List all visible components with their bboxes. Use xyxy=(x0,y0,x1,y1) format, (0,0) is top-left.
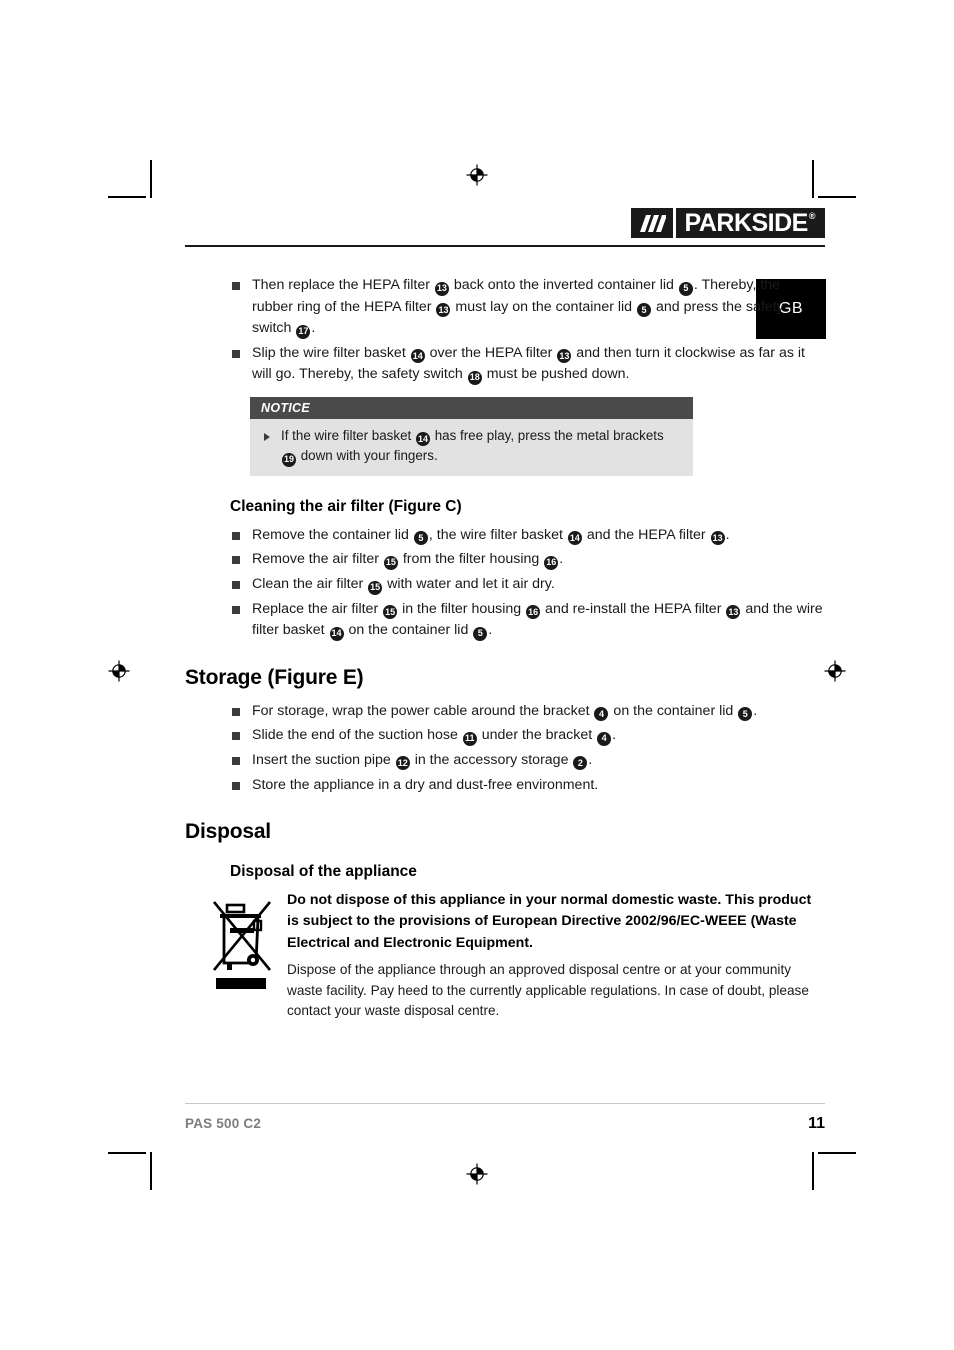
list-item: Replace the air filter 15 in the filter … xyxy=(230,599,825,642)
list-item: Clean the air filter 15 with water and l… xyxy=(230,574,825,596)
crop-mark-bottom-right-vertical xyxy=(812,1152,814,1190)
reference-number-badge: 11 xyxy=(462,731,477,746)
top-bullet-list: Then replace the HEPA filter 13 back ont… xyxy=(230,275,825,386)
header-rule xyxy=(185,245,825,247)
crop-mark-top-right-vertical xyxy=(812,160,814,198)
notice-item-list: If the wire filter basket 14 has free pl… xyxy=(262,426,681,467)
registration-crosshair-right-icon xyxy=(824,660,846,682)
notice-body: If the wire filter basket 14 has free pl… xyxy=(250,418,693,476)
notice-box: NOTICE If the wire filter basket 14 has … xyxy=(250,396,693,476)
reference-number-badge: 2 xyxy=(573,756,588,771)
heading-storage: Storage (Figure E) xyxy=(185,665,364,689)
list-item: Slide the end of the suction hose 11 und… xyxy=(230,725,825,747)
crop-mark-bottom-right-horizontal xyxy=(818,1152,856,1154)
crop-mark-bottom-left-vertical xyxy=(150,1152,152,1190)
crop-mark-top-left-horizontal xyxy=(108,196,146,198)
reference-number-badge: 4 xyxy=(597,731,612,746)
reference-number-badge: 13 xyxy=(557,349,572,364)
disposal-paragraph: Dispose of the appliance through an appr… xyxy=(287,961,809,1019)
registered-trademark-icon: ® xyxy=(808,210,816,221)
reference-number-badge: 17 xyxy=(296,324,311,339)
reference-number-badge: 5 xyxy=(738,707,753,722)
main-content: Then replace the HEPA filter 13 back ont… xyxy=(185,248,825,1022)
list-item: For storage, wrap the power cable around… xyxy=(230,701,825,723)
heading-disposal-of-appliance: Disposal of the appliance xyxy=(230,863,417,881)
reference-number-badge: 14 xyxy=(415,432,430,447)
reference-number-badge: 5 xyxy=(637,303,652,318)
parkside-logo-text: PARKSIDE xyxy=(684,208,809,237)
page-footer: PAS 500 C2 11 xyxy=(185,1103,825,1133)
reference-number-badge: 5 xyxy=(678,281,693,296)
parkside-logo: PARKSIDE ® xyxy=(630,208,825,238)
registration-crosshair-left-icon xyxy=(108,660,130,682)
footer-row: PAS 500 C2 11 xyxy=(185,1115,825,1133)
disposal-bold-statement: Do not dispose of this appliance in your… xyxy=(287,892,812,951)
parkside-logo-wordmark: PARKSIDE ® xyxy=(676,208,825,238)
reference-number-badge: 12 xyxy=(395,756,410,771)
crossed-out-wheelie-bin-icon xyxy=(213,890,275,1022)
registration-crosshair-bottom-icon xyxy=(466,1163,488,1185)
crop-mark-bottom-left-horizontal xyxy=(108,1152,146,1154)
reference-number-badge: 16 xyxy=(526,605,541,620)
crop-mark-top-right-horizontal xyxy=(818,196,856,198)
cleaning-bullet-list: Remove the container lid 5, the wire fil… xyxy=(230,525,825,642)
footer-page-number: 11 xyxy=(808,1115,825,1132)
reference-number-badge: 4 xyxy=(594,707,609,722)
reference-number-badge: 15 xyxy=(383,555,398,570)
reference-number-badge: 13 xyxy=(434,281,449,296)
list-item: Slip the wire filter basket 14 over the … xyxy=(230,343,825,386)
list-item: Remove the container lid 5, the wire fil… xyxy=(230,525,825,547)
reference-number-badge: 13 xyxy=(710,531,725,546)
heading-cleaning-air-filter: Cleaning the air filter (Figure C) xyxy=(230,497,462,515)
reference-number-badge: 15 xyxy=(383,605,398,620)
reference-number-badge: 16 xyxy=(544,555,559,570)
footer-model-name: PAS 500 C2 xyxy=(185,1116,262,1131)
reference-number-badge: 5 xyxy=(473,626,488,641)
reference-number-badge: 5 xyxy=(413,531,428,546)
three-slashes-icon xyxy=(631,208,673,238)
list-item: Then replace the HEPA filter 13 back ont… xyxy=(230,275,825,340)
reference-number-badge: 15 xyxy=(368,580,383,595)
list-item: Insert the suction pipe 12 in the access… xyxy=(230,750,825,772)
footer-rule xyxy=(185,1103,825,1104)
reference-number-badge: 13 xyxy=(436,303,451,318)
reference-number-badge: 14 xyxy=(329,626,344,641)
crop-mark-top-left-vertical xyxy=(150,160,152,198)
heading-disposal: Disposal xyxy=(185,820,271,844)
notice-title: NOTICE xyxy=(250,396,693,419)
page-header: PARKSIDE ® xyxy=(185,200,825,248)
list-item: If the wire filter basket 14 has free pl… xyxy=(262,426,681,467)
reference-number-badge: 18 xyxy=(467,370,482,385)
disposal-block: Do not dispose of this appliance in your… xyxy=(213,890,825,1022)
reference-number-badge: 19 xyxy=(282,452,296,467)
reference-number-badge: 13 xyxy=(726,605,741,620)
reference-number-badge: 14 xyxy=(410,349,425,364)
registration-crosshair-top-icon xyxy=(466,164,488,186)
storage-bullet-list: For storage, wrap the power cable around… xyxy=(230,701,825,796)
disposal-text-block: Do not dispose of this appliance in your… xyxy=(275,890,825,1022)
reference-number-badge: 14 xyxy=(567,531,582,546)
page-content: PARKSIDE ® Then replace the HEPA filter 1… xyxy=(185,200,825,1022)
list-item: Store the appliance in a dry and dust-fr… xyxy=(230,775,825,797)
list-item: Remove the air filter 15 from the filter… xyxy=(230,549,825,571)
